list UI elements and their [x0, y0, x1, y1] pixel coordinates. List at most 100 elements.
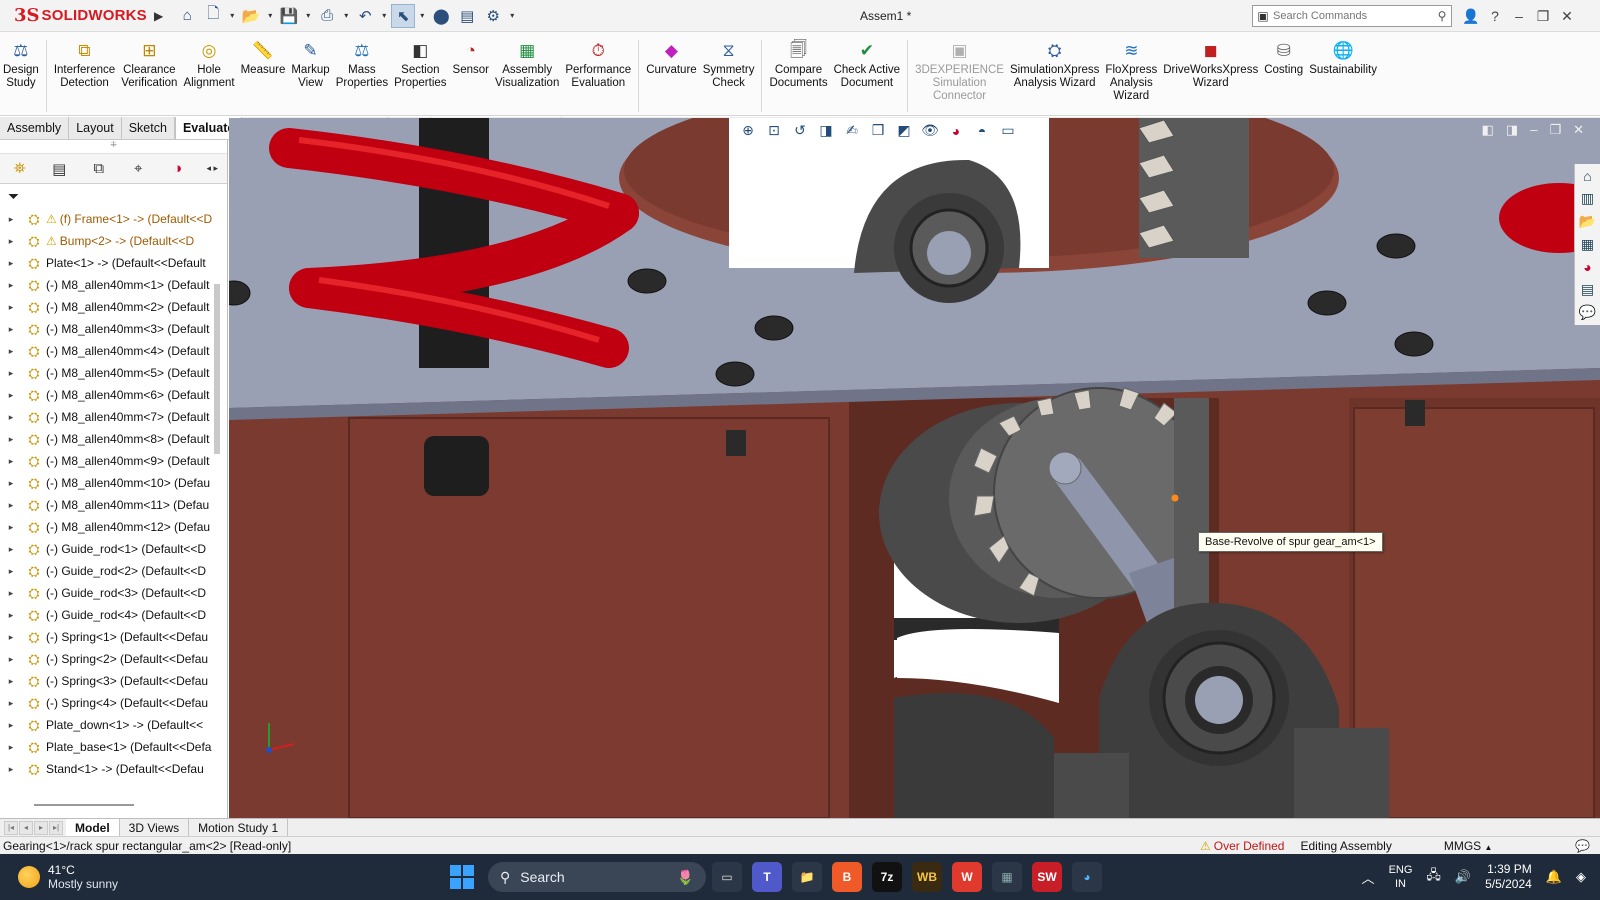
display-manager-icon[interactable]: ◑ [158, 160, 197, 177]
dropdown-arrow-icon[interactable]: ▾ [303, 11, 313, 20]
expand-arrow-icon[interactable]: ▸ [0, 456, 22, 467]
tree-node[interactable]: ▸ ⛭ Plate_down<1> -> (Default<< [0, 714, 214, 736]
prev-tab-icon[interactable]: ◂ [19, 820, 33, 835]
dynamic-annotation-icon[interactable]: ✍ [843, 122, 861, 139]
edit-appearance-icon[interactable]: ◕ [947, 123, 965, 139]
design-library-icon[interactable]: ▥ [1581, 190, 1594, 207]
options-gear-icon[interactable]: ⚙ [481, 4, 505, 28]
markup-view-button[interactable]: ✎ Markup View [288, 40, 332, 90]
taskbar-search[interactable]: ⚲ Search 🌷 [488, 862, 706, 892]
tab-sketch[interactable]: Sketch [122, 117, 175, 139]
section-view-icon[interactable]: ◨ [817, 122, 835, 139]
help-icon[interactable]: ? [1486, 8, 1504, 24]
expand-arrow-icon[interactable]: ▸ [0, 544, 22, 555]
rebuild-icon[interactable]: ⬤ [429, 4, 453, 28]
graphics-area[interactable]: ⊕ ⊡ ↺ ◨ ✍ ❒ ◩ 👁 ◕ ◓ ▭ ◧ ◨ – ❐ ✕ ⌂ ▥ 📂 ▦ … [229, 118, 1600, 818]
tree-node[interactable]: ▸ ⛭ (-) Spring<4> (Default<<Defau [0, 692, 214, 714]
solidworks-taskbar-icon[interactable]: SW [1032, 862, 1062, 892]
compare-documents-button[interactable]: 🗐 Compare Documents [766, 40, 830, 90]
tree-node[interactable]: ▸ ⛭ Plate<1> -> (Default<<Default [0, 252, 214, 274]
expand-arrow-icon[interactable]: ▸ [0, 478, 22, 489]
undo-icon[interactable]: ↶ [353, 4, 377, 28]
expand-arrow-icon[interactable]: ▸ [0, 214, 22, 225]
performance-evaluation-button[interactable]: ⏱ Performance Evaluation [562, 40, 634, 90]
tile-right-icon[interactable]: ◨ [1506, 122, 1518, 138]
solidworks-resources-icon[interactable]: ⌂ [1583, 168, 1591, 184]
expand-arrow-icon[interactable]: ▸ [0, 500, 22, 511]
panel-handle[interactable]: ⁜ [0, 140, 227, 154]
tile-left-icon[interactable]: ◧ [1482, 122, 1494, 138]
tree-node[interactable]: ▸ ⛭ (-) M8_allen40mm<4> (Default [0, 340, 214, 362]
language-indicator[interactable]: ENG IN [1389, 863, 1413, 891]
tree-node[interactable]: ▸ ⛭ (-) Guide_rod<3> (Default<<D [0, 582, 214, 604]
7zip-icon[interactable]: 7z [872, 862, 902, 892]
app-icon[interactable]: ▦ [992, 862, 1022, 892]
show-hidden-icons-icon[interactable]: ︿ [1362, 868, 1375, 887]
minimize-window-icon[interactable]: – [1510, 8, 1528, 24]
print-icon[interactable]: ⎙ [315, 4, 339, 28]
browser-icon[interactable]: ◕ [1072, 862, 1102, 892]
search-icon[interactable]: ⚲ [1433, 9, 1451, 23]
close-window-icon[interactable]: ✕ [1558, 8, 1576, 25]
display-style-icon[interactable]: ◩ [895, 122, 913, 139]
windows-start-icon[interactable] [450, 865, 474, 889]
dropdown-arrow-icon[interactable]: ▾ [417, 11, 427, 20]
task-view-icon[interactable]: ▭ [712, 862, 742, 892]
workbench-icon[interactable]: WB [912, 862, 942, 892]
tree-node[interactable]: ▸ ⛭ (-) M8_allen40mm<7> (Default [0, 406, 214, 428]
sustainability-button[interactable]: 🌐 Sustainability [1306, 40, 1380, 77]
filter-icon[interactable]: ⏷ [0, 184, 227, 208]
simulation-connector-button[interactable]: ▣ 3DEXPERIENCE Simulation Connector [912, 40, 1007, 103]
expand-arrow-icon[interactable]: ▸ [0, 346, 22, 357]
copilot-icon[interactable]: ◈ [1576, 869, 1586, 885]
search-commands-input[interactable] [1273, 10, 1433, 22]
tree-node[interactable]: ▸ ⛭ (-) M8_allen40mm<5> (Default [0, 362, 214, 384]
new-document-icon[interactable]: 🗋 [201, 4, 225, 28]
appearances-icon[interactable]: ◕ [1583, 259, 1591, 275]
volume-icon[interactable]: 🔊 [1455, 869, 1471, 885]
tree-node[interactable]: ▸ ⛭ (-) M8_allen40mm<12> (Defau [0, 516, 214, 538]
expand-arrow-icon[interactable]: ▸ [0, 434, 22, 445]
expand-arrow-icon[interactable]: ▸ [0, 764, 22, 775]
forum-icon[interactable]: 💬 [1579, 304, 1596, 321]
floxpress-button[interactable]: ≋ FloXpress Analysis Wizard [1102, 40, 1160, 103]
expand-arrow-icon[interactable]: ▸ [0, 280, 22, 291]
tree-node[interactable]: ▸ ⛭ (-) Spring<2> (Default<<Defau [0, 648, 214, 670]
clearance-verification-button[interactable]: ⊞ Clearance Verification [118, 40, 180, 90]
expand-arrow-icon[interactable]: ▸ [0, 698, 22, 709]
open-icon[interactable]: 📂 [239, 4, 263, 28]
clock[interactable]: 1:39 PM 5/5/2024 [1485, 862, 1532, 892]
restore-window-icon[interactable]: ❐ [1534, 8, 1552, 25]
user-icon[interactable]: 👤 [1462, 8, 1480, 25]
tree-node[interactable]: ▸ ⛭ (-) Guide_rod<2> (Default<<D [0, 560, 214, 582]
tree-node[interactable]: ▸ ⛭ ⚠ Bump<2> -> (Default<<D [0, 230, 214, 252]
symmetry-check-button[interactable]: ⧖ Symmetry Check [700, 40, 758, 90]
expand-arrow-icon[interactable]: ▸ [0, 566, 22, 577]
costing-button[interactable]: ⛁ Costing [1261, 40, 1306, 77]
sensor-button[interactable]: ◔ Sensor [450, 40, 492, 77]
expand-arrow-icon[interactable]: ▸ [0, 258, 22, 269]
measure-button[interactable]: 📏 Measure [238, 40, 289, 77]
dropdown-arrow-icon[interactable]: ▾ [341, 11, 351, 20]
design-study-button[interactable]: ⚖ Design Study [0, 40, 42, 90]
hide-show-items-icon[interactable]: 👁 [921, 122, 939, 139]
expand-arrow-icon[interactable]: ▸ [0, 720, 22, 731]
wps-icon[interactable]: W [952, 862, 982, 892]
tree-node[interactable]: ▸ ⛭ (-) M8_allen40mm<8> (Default [0, 428, 214, 450]
expand-arrow-icon[interactable]: ▸ [0, 412, 22, 423]
expand-arrow-icon[interactable]: ▸ [0, 742, 22, 753]
home-icon[interactable]: ⌂ [175, 4, 199, 28]
expand-arrow-icon[interactable]: ▸ [0, 522, 22, 533]
tree-node[interactable]: ▸ ⛭ (-) Spring<3> (Default<<Defau [0, 670, 214, 692]
last-tab-icon[interactable]: ▸| [49, 820, 63, 835]
next-tab-icon[interactable]: ▸ [34, 820, 48, 835]
expand-arrow-icon[interactable]: ▸ [0, 610, 22, 621]
expand-arrow-icon[interactable]: ▸ [0, 236, 22, 247]
expand-arrow-icon[interactable]: ▸ [0, 368, 22, 379]
tree-node[interactable]: ▸ ⛭ (-) M8_allen40mm<6> (Default [0, 384, 214, 406]
viewport-restore-icon[interactable]: ❐ [1549, 122, 1561, 138]
tree-horizontal-scrollbar[interactable] [34, 804, 134, 806]
expand-arrow-icon[interactable]: ▸ [0, 632, 22, 643]
section-properties-button[interactable]: ◧ Section Properties [391, 40, 449, 90]
property-manager-icon[interactable]: ▤ [39, 160, 78, 178]
